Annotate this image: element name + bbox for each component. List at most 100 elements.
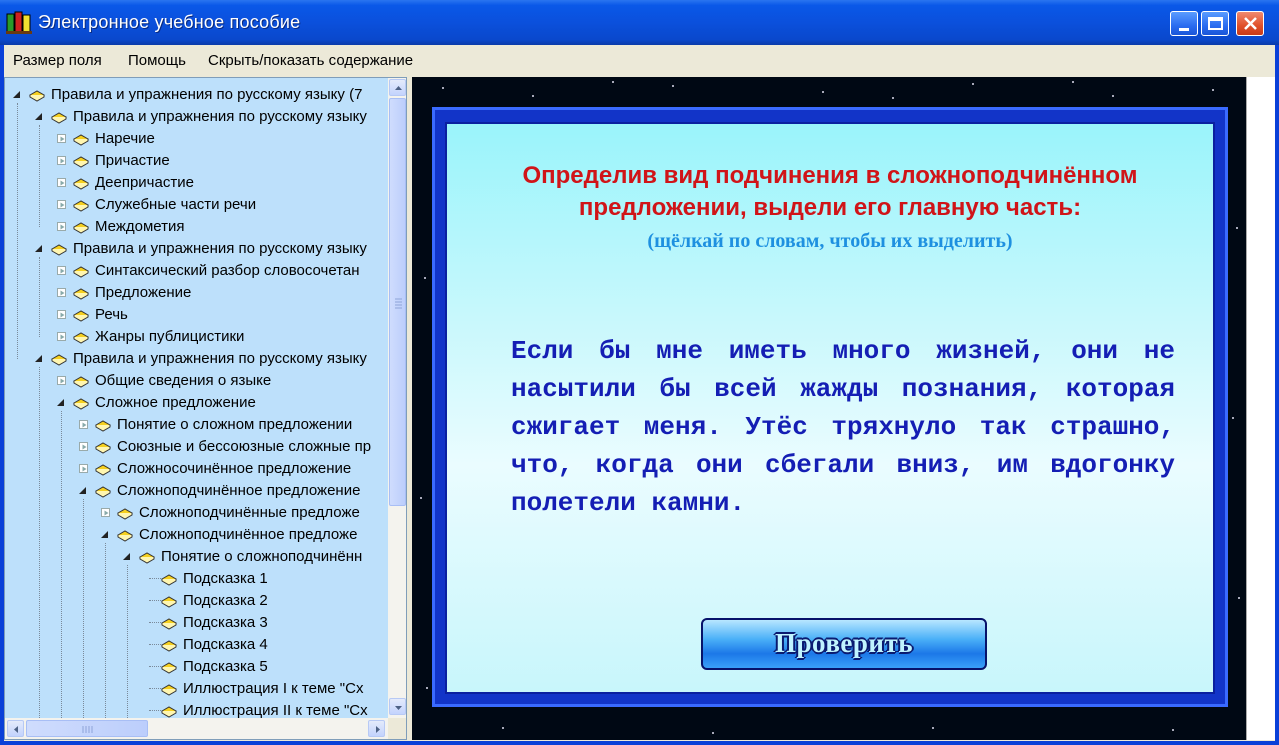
tree-expand-toggle[interactable] (57, 310, 66, 319)
scroll-right-button[interactable] (368, 720, 385, 737)
scroll-thumb[interactable] (26, 720, 148, 737)
menu-field-size[interactable]: Размер поля (13, 52, 102, 69)
tree-item-label: Синтаксический разбор словосочетан (95, 262, 360, 279)
star-decoration (892, 97, 894, 99)
book-icon (95, 464, 111, 476)
maximize-button[interactable] (1201, 11, 1229, 36)
check-button-label: Проверить (774, 628, 914, 658)
sentence-word[interactable]: Утёс (745, 412, 807, 442)
sentence-word[interactable]: страшно, (1050, 412, 1175, 442)
tree-expand-toggle[interactable] (101, 508, 110, 517)
tree-expand-toggle[interactable] (79, 442, 88, 451)
tree-collapse-toggle[interactable] (101, 530, 110, 539)
tree-branch-line (149, 644, 161, 645)
tree-expand-toggle[interactable] (79, 464, 88, 473)
tree-expand-toggle[interactable] (57, 376, 66, 385)
sentence-word[interactable]: не (1144, 336, 1175, 366)
tree-view[interactable]: Правила и упражнения по русскому языку (… (5, 78, 388, 718)
book-icon (73, 156, 89, 168)
tree-guide-line (39, 125, 40, 227)
tree-expand-toggle[interactable] (57, 134, 66, 143)
tree-expand-toggle[interactable] (57, 332, 66, 341)
menu-help[interactable]: Помощь (128, 52, 186, 69)
contents-tree[interactable]: Правила и упражнения по русскому языку (… (4, 77, 407, 740)
sentence-word[interactable]: бы (599, 336, 630, 366)
check-button[interactable]: Проверить (701, 618, 987, 670)
book-icon (73, 288, 89, 300)
sentence-word[interactable]: жажды (800, 374, 878, 404)
tree-collapse-toggle[interactable] (123, 552, 132, 561)
tree-branch-line (149, 666, 161, 667)
tree-collapse-toggle[interactable] (35, 354, 44, 363)
tree-item-label: Подсказка 4 (183, 636, 268, 653)
sentence-word[interactable]: им (997, 450, 1028, 480)
sentence-word[interactable]: Если (511, 336, 573, 366)
tree-item-label: Иллюстрация I к теме "Сх (183, 680, 364, 697)
tree-expand-toggle[interactable] (57, 200, 66, 209)
sentence-word[interactable]: насытили (511, 374, 636, 404)
sentence-word[interactable]: меня. (644, 412, 722, 442)
scroll-thumb[interactable] (389, 98, 406, 506)
tree-collapse-toggle[interactable] (79, 486, 88, 495)
sentence-word[interactable]: которая (1066, 374, 1175, 404)
tree-branch-line (149, 578, 161, 579)
sentence-word[interactable]: полетели (511, 488, 636, 518)
tree-item-label: Речь (95, 306, 128, 323)
scroll-down-button[interactable] (389, 698, 406, 715)
tree-collapse-toggle[interactable] (57, 398, 66, 407)
tree-collapse-toggle[interactable] (13, 90, 22, 99)
scroll-left-button[interactable] (7, 720, 24, 737)
tree-item-label: Подсказка 1 (183, 570, 268, 587)
sentence-word[interactable]: вдогонку (1050, 450, 1175, 480)
sentence-word[interactable]: когда (596, 450, 674, 480)
star-decoration (1236, 227, 1238, 229)
tree-item-label: Предложение (95, 284, 192, 301)
sentence-word[interactable]: познания, (902, 374, 1042, 404)
sentence-word[interactable]: жизней, (936, 336, 1045, 366)
sentence-word[interactable]: много (832, 336, 910, 366)
star-decoration (972, 83, 974, 85)
tree-expand-toggle[interactable] (57, 222, 66, 231)
tree-expand-toggle[interactable] (57, 266, 66, 275)
sentence-word[interactable]: сжигает (511, 412, 620, 442)
app-window: Электронное учебное пособие Размер поля … (0, 0, 1279, 745)
menu-toggle-contents[interactable]: Скрыть/показать содержание (208, 52, 413, 69)
tree-expand-toggle[interactable] (79, 420, 88, 429)
minimize-button[interactable] (1170, 11, 1198, 36)
tree-item-label: Подсказка 3 (183, 614, 268, 631)
tree-expand-toggle[interactable] (57, 178, 66, 187)
collapsed-triangle-icon (60, 378, 65, 384)
sentence-word[interactable]: бы (659, 374, 690, 404)
tree-collapse-toggle[interactable] (35, 244, 44, 253)
tree-branch-line (149, 600, 161, 601)
sentence-word[interactable]: они (1071, 336, 1118, 366)
close-button[interactable] (1236, 11, 1264, 36)
sentence-word[interactable]: они (696, 450, 743, 480)
tree-expand-toggle[interactable] (57, 156, 66, 165)
tree-item-label: Сложное предложение (95, 394, 256, 411)
tree-guide-line (17, 103, 18, 359)
book-icon (73, 222, 89, 234)
sentence-word[interactable]: камни. (651, 488, 745, 518)
sentence-word[interactable]: сбегали (765, 450, 874, 480)
sentence-word[interactable]: иметь (729, 336, 807, 366)
scroll-up-button[interactable] (389, 79, 406, 96)
tree-item-label: Междометия (95, 218, 185, 235)
tree-collapse-toggle[interactable] (35, 112, 44, 121)
tree-vertical-scrollbar[interactable] (388, 78, 406, 718)
tree-horizontal-scrollbar[interactable] (5, 718, 388, 739)
book-icon (73, 310, 89, 322)
sentence-word[interactable]: так (980, 412, 1027, 442)
tree-item-label: Служебные части речи (95, 196, 257, 213)
sentence-word[interactable]: что, (511, 450, 573, 480)
sentence-word[interactable]: тряхнуло (831, 412, 956, 442)
collapsed-triangle-icon (82, 444, 87, 450)
book-icon (73, 266, 89, 278)
tree-expand-toggle[interactable] (57, 288, 66, 297)
sentence-word[interactable]: всей (714, 374, 776, 404)
book-icon (117, 508, 133, 520)
sentence-word[interactable]: мне (656, 336, 703, 366)
tree-guide-line (127, 565, 128, 718)
title-bar[interactable]: Электронное учебное пособие (0, 0, 1279, 45)
sentence-word[interactable]: вниз, (896, 450, 974, 480)
